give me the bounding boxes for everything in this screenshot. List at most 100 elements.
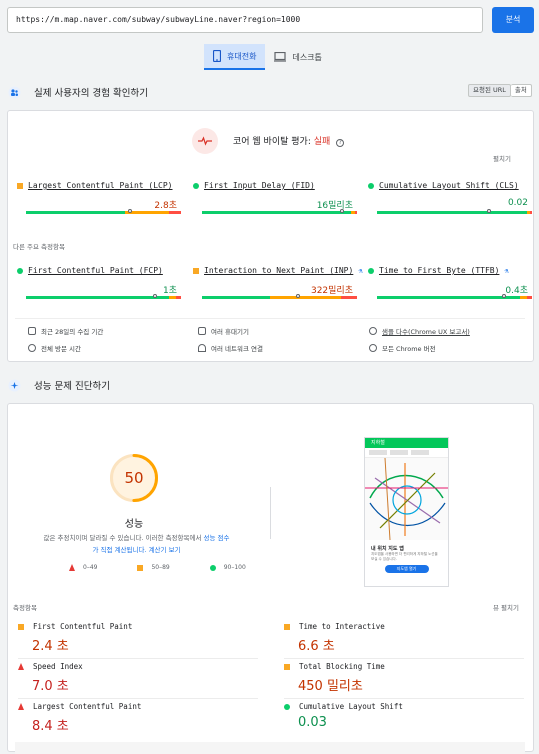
divider	[18, 698, 258, 699]
subway-map-image	[365, 457, 448, 541]
p75-marker	[127, 209, 132, 213]
metric-name[interactable]: Time to First Byte (TTFB)	[379, 266, 499, 275]
legend-good: 90–100	[209, 564, 246, 571]
metric-name[interactable]: Cumulative Layout Shift (CLS)	[379, 181, 519, 190]
mobile-icon	[213, 50, 221, 62]
metric-value: 2.8초	[154, 201, 177, 211]
perf-metric-header: Time to Interactive	[284, 622, 524, 631]
desc-link-calculator[interactable]: 계산기 보기	[149, 546, 181, 554]
perf-metric: First Contentful Paint 2.4 초	[18, 622, 258, 654]
people-icon	[369, 327, 377, 335]
timer-icon	[28, 344, 36, 352]
good-segment	[26, 211, 126, 214]
desktop-icon	[274, 52, 287, 62]
average-icon	[193, 267, 199, 274]
poor-segment	[168, 211, 181, 214]
experimental-icon: ⚗	[358, 266, 363, 275]
metrics-title: 측정항목	[13, 604, 37, 612]
poor-segment	[341, 296, 357, 299]
info-text: 여러 네트워크 연결	[211, 345, 263, 353]
info-text[interactable]: 샘플 다수(Chrome UX 보고서)	[382, 326, 470, 336]
thumb-card-text: 지도앱을 사용하면 더 편리하게 지하철 노선을 보실 수 있습니다.	[371, 552, 438, 561]
metric-value: 322밀리초	[310, 286, 353, 296]
metric-other-2: Time to First Byte (TTFB) ⚗	[368, 266, 509, 275]
metric-name[interactable]: First Input Delay (FID)	[204, 181, 315, 190]
metric-name[interactable]: First Contentful Paint (FCP)	[28, 266, 163, 275]
tab-desktop-label: 데스크톱	[292, 52, 322, 62]
divider	[284, 658, 524, 659]
desc-link-calc[interactable]: 가 직접 계산됩니다.	[92, 546, 146, 554]
bottom-info-strip	[15, 742, 525, 754]
divider	[284, 698, 524, 699]
good-segment	[202, 211, 351, 214]
assessment-prefix: 코어 웹 바이탈 평가:	[233, 137, 314, 147]
metric-core-1: First Input Delay (FID)	[193, 181, 315, 190]
desc-link-score[interactable]: 성능 점수	[204, 534, 230, 542]
assessment: 코어 웹 바이탈 평가: 실패 ?	[233, 134, 345, 147]
tab-desktop[interactable]: 데스크톱	[265, 44, 330, 70]
good-icon	[368, 182, 374, 189]
legend-label: 50–89	[151, 564, 170, 571]
average-icon	[137, 564, 144, 571]
metric-core-2: Cumulative Layout Shift (CLS)	[368, 181, 519, 190]
expand-view[interactable]: 펼치기	[493, 153, 511, 163]
perf-metric-name: Largest Contentful Paint	[33, 702, 142, 711]
thumb-header: 지하철	[365, 438, 448, 448]
crux-card	[7, 110, 534, 362]
assessment-badge	[192, 128, 218, 154]
devices-icon	[198, 327, 206, 335]
p75-marker	[339, 209, 344, 213]
perf-metric: Cumulative Layout Shift 0.03	[284, 702, 524, 730]
thumb-card: 내 위치 지도 앱 지도앱을 사용하면 더 편리하게 지하철 노선을 보실 수 …	[365, 542, 448, 576]
distribution-bar	[26, 296, 181, 299]
url-input[interactable]: https://m.map.naver.com/subway/subwayLin…	[7, 7, 483, 33]
perf-metric-header: Speed Index	[18, 662, 258, 671]
distribution-bar	[377, 296, 532, 299]
metric-value: 0.02	[507, 198, 528, 208]
thumb-toolbar	[365, 448, 448, 458]
poor-segment	[530, 211, 532, 214]
average-icon	[284, 663, 290, 670]
p75-marker	[152, 294, 157, 298]
origin-button[interactable]: 출처	[510, 84, 532, 97]
perf-metric-value: 7.0 초	[32, 679, 69, 694]
info-chrome: 모든 Chrome 버전	[369, 343, 436, 353]
perf-metric-value: 450 밀리초	[298, 679, 363, 694]
metric-name[interactable]: Interaction to Next Paint (INP)	[204, 266, 353, 275]
metric-name[interactable]: Largest Contentful Paint (LCP)	[28, 181, 173, 190]
distribution-bar	[202, 211, 357, 214]
average-segment	[270, 296, 342, 299]
good-icon	[209, 564, 216, 571]
perf-metric-value: 6.6 초	[298, 639, 335, 654]
users-icon	[8, 86, 21, 98]
good-segment	[26, 296, 169, 299]
divider	[15, 318, 525, 319]
distribution-bar	[26, 211, 181, 214]
crux-title: 실제 사용자의 경험 확인하기	[34, 88, 148, 99]
other-metrics-title: 다른 주요 측정항목	[13, 243, 65, 251]
tab-mobile[interactable]: 휴대전화	[204, 44, 266, 70]
info-text: 전체 방문 시간	[41, 345, 82, 353]
metric-other-0: First Contentful Paint (FCP)	[17, 266, 163, 275]
url-origin-toggle: 요청된 URL 출처	[468, 84, 532, 97]
calendar-icon	[28, 327, 36, 335]
poor-icon	[18, 663, 24, 670]
poor-segment	[176, 296, 181, 299]
good-icon	[368, 267, 374, 274]
url-button[interactable]: 요청된 URL	[468, 84, 511, 97]
perf-metric-value: 0.03	[298, 715, 327, 730]
perf-metric-name: Total Blocking Time	[299, 662, 385, 671]
perf-metric-header: Total Blocking Time	[284, 662, 524, 671]
desc-text: 값은 추정치이며 달라질 수 있습니다. 이러한 측정항목에서	[43, 534, 204, 542]
perf-title: 성능 문제 진단하기	[34, 381, 110, 392]
metric-other-1: Interaction to Next Paint (INP) ⚗	[193, 266, 363, 275]
good-segment	[377, 296, 520, 299]
help-icon[interactable]: ?	[336, 139, 345, 147]
experimental-icon: ⚗	[504, 266, 509, 275]
info-network: 여러 네트워크 연결	[198, 343, 263, 353]
good-icon	[284, 703, 290, 710]
view-toggle[interactable]: 뷰 펼치기	[493, 602, 519, 612]
analyze-button[interactable]: 분석	[492, 7, 534, 33]
perf-metric-header: Largest Contentful Paint	[18, 702, 258, 711]
perf-metric: Speed Index 7.0 초	[18, 662, 258, 694]
